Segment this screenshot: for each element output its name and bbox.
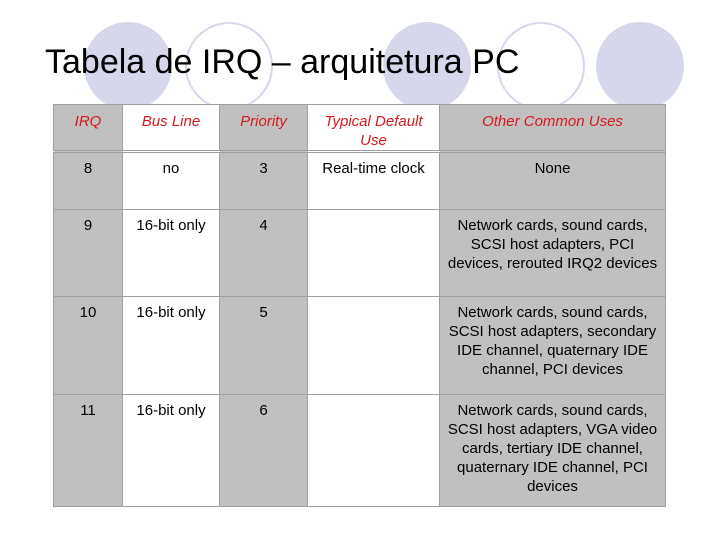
table-row: 10 16-bit only 5 Network cards, sound ca…: [53, 296, 666, 395]
cell-typical-default-use: Real-time clock: [307, 151, 440, 210]
cell-irq: 8: [53, 151, 123, 210]
cell-other-common-uses: Network cards, sound cards, SCSI host ad…: [439, 394, 666, 507]
cell-other-common-uses: Network cards, sound cards, SCSI host ad…: [439, 296, 666, 395]
cell-typical-default-use: [307, 394, 440, 507]
cell-bus-line: no: [122, 151, 220, 210]
table-row: 11 16-bit only 6 Network cards, sound ca…: [53, 394, 666, 507]
table-header-row: IRQ Bus Line Priority Typical Default Us…: [53, 104, 666, 152]
cell-irq: 9: [53, 209, 123, 297]
table-row: 8 no 3 Real-time clock None: [53, 151, 666, 210]
cell-priority: 3: [219, 151, 308, 210]
cell-priority: 6: [219, 394, 308, 507]
cell-bus-line: 16-bit only: [122, 296, 220, 395]
cell-typical-default-use: [307, 209, 440, 297]
cell-typical-default-use: [307, 296, 440, 395]
table-row: 9 16-bit only 4 Network cards, sound car…: [53, 209, 666, 297]
cell-bus-line: 16-bit only: [122, 394, 220, 507]
decorative-circle-filled: [596, 22, 684, 110]
header-typical-default-use: Typical Default Use: [307, 104, 440, 152]
cell-other-common-uses: Network cards, sound cards, SCSI host ad…: [439, 209, 666, 297]
header-other-common-uses: Other Common Uses: [439, 104, 666, 152]
irq-table: IRQ Bus Line Priority Typical Default Us…: [53, 104, 666, 507]
slide-title: Tabela de IRQ – arquitetura PC: [45, 43, 520, 81]
cell-other-common-uses: None: [439, 151, 666, 210]
cell-priority: 5: [219, 296, 308, 395]
header-bus-line: Bus Line: [122, 104, 220, 152]
header-irq: IRQ: [53, 104, 123, 152]
cell-priority: 4: [219, 209, 308, 297]
header-priority: Priority: [219, 104, 308, 152]
cell-bus-line: 16-bit only: [122, 209, 220, 297]
cell-irq: 11: [53, 394, 123, 507]
cell-irq: 10: [53, 296, 123, 395]
